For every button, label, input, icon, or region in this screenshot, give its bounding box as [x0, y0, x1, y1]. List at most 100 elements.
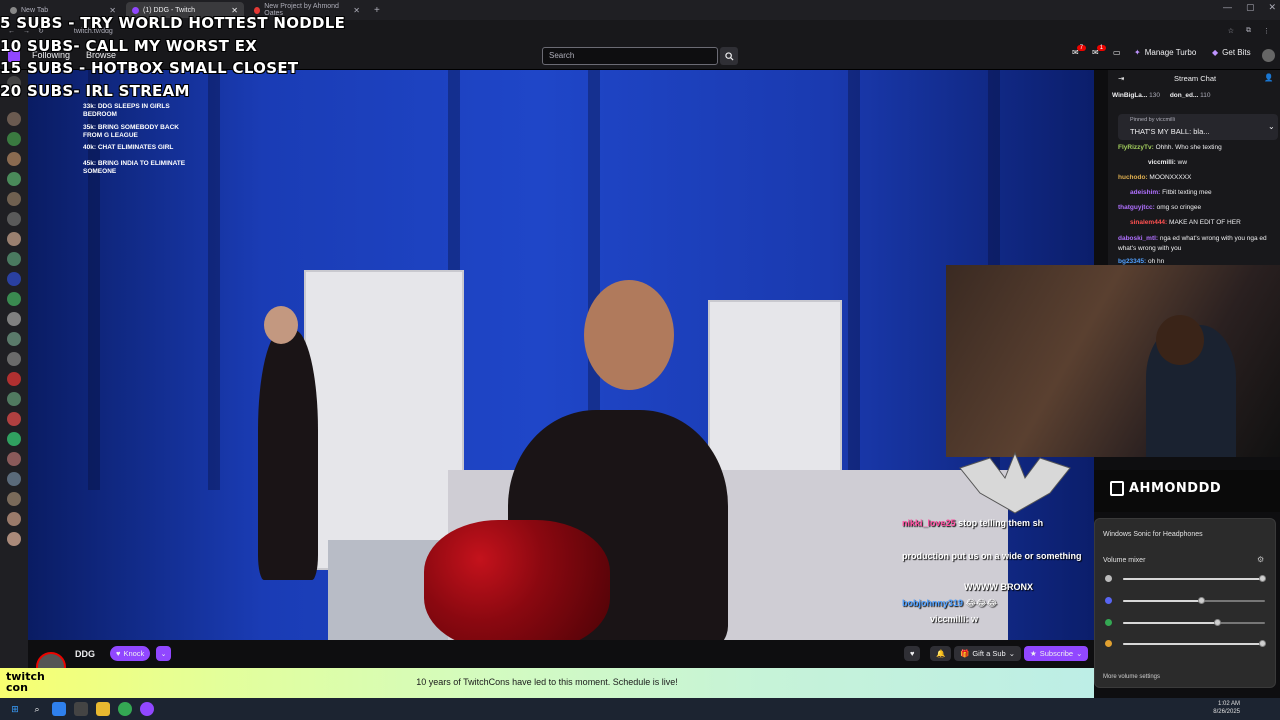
- whispers-button[interactable]: ▭: [1113, 48, 1121, 57]
- rail-channel-avatar[interactable]: [7, 492, 21, 506]
- slider-thumb[interactable]: [1213, 619, 1221, 626]
- rail-channel-avatar[interactable]: [7, 452, 21, 466]
- rail-channel-avatar[interactable]: [7, 292, 21, 306]
- notifications-button[interactable]: ✉ 7: [1072, 44, 1092, 57]
- bell-icon: 🔔: [936, 649, 946, 658]
- close-window-icon[interactable]: ✕: [1268, 2, 1276, 13]
- file-explorer-icon[interactable]: [96, 702, 110, 716]
- volume-mixer-flyout: Windows Sonic for Headphones Volume mixe…: [1094, 518, 1276, 688]
- close-icon[interactable]: ✕: [353, 6, 360, 15]
- chat-message: huchodo: MOONXXXXX: [1118, 174, 1192, 181]
- rail-channel-avatar[interactable]: [7, 352, 21, 366]
- notification-badge: 7: [1076, 44, 1087, 51]
- chrome-volume-slider[interactable]: [1123, 619, 1265, 626]
- manage-turbo-button[interactable]: ✦ Manage Turbo: [1134, 48, 1196, 57]
- search-input[interactable]: Search: [542, 47, 718, 65]
- rail-channel-avatar[interactable]: [7, 152, 21, 166]
- follower-goal: 33k: DDG SLEEPS IN GIRLS BEDROOM: [83, 103, 170, 118]
- rail-channel-avatar[interactable]: [7, 232, 21, 246]
- rail-channel-avatar[interactable]: [7, 252, 21, 266]
- curtain-fold: [208, 70, 220, 490]
- taskbar-search-icon[interactable]: ⌕: [30, 702, 44, 716]
- slider-fill: [1123, 622, 1217, 624]
- overlay-chat-user: nikki_love25: [902, 518, 956, 528]
- discord-app-icon: [1105, 597, 1112, 604]
- discord-volume-slider[interactable]: [1123, 597, 1265, 604]
- rail-channel-avatar[interactable]: [7, 392, 21, 406]
- overlay-chat-line: nikki_love25 stop telling them sh: [902, 518, 1043, 528]
- rail-channel-avatar[interactable]: [7, 212, 21, 226]
- whispers-icon: ▭: [1113, 48, 1121, 57]
- rail-channel-avatar[interactable]: [7, 272, 21, 286]
- system-volume-slider[interactable]: [1123, 575, 1267, 582]
- start-windows-icon[interactable]: ⊞: [8, 702, 22, 716]
- rail-channel-avatar[interactable]: [7, 412, 21, 426]
- rail-channel-avatar[interactable]: [7, 172, 21, 186]
- collapse-chat-icon[interactable]: ⇥: [1118, 74, 1124, 83]
- gift-sub-button[interactable]: 🎁 Gift a Sub ⌄: [954, 646, 1021, 661]
- curtain-fold: [848, 70, 860, 490]
- channel-name[interactable]: DDG: [75, 649, 95, 659]
- rail-channel-avatar[interactable]: [7, 472, 21, 486]
- twitch-glyph-icon: [1110, 481, 1124, 496]
- follower-goal: 40k: CHAT ELIMINATES GIRL: [83, 144, 174, 151]
- chat-users-icon[interactable]: 👤: [1264, 73, 1273, 82]
- audio-device-label[interactable]: Windows Sonic for Headphones: [1103, 531, 1203, 538]
- turbo-icon: ✦: [1134, 48, 1141, 57]
- chat-header: ⇥ Stream Chat 👤: [1108, 70, 1280, 86]
- extensions-icon[interactable]: ⧉: [1246, 27, 1251, 35]
- follow-button[interactable]: ♥: [904, 646, 921, 661]
- slider-thumb[interactable]: [1259, 575, 1267, 582]
- taskbar-app-icon[interactable]: [140, 702, 154, 716]
- rail-channel-avatar[interactable]: [7, 312, 21, 326]
- rail-channel-avatar[interactable]: [7, 132, 21, 146]
- new-tab-button[interactable]: +: [374, 5, 380, 16]
- inbox-button[interactable]: ✉ 1: [1092, 44, 1112, 57]
- slider-thumb[interactable]: [1198, 597, 1206, 604]
- more-volume-settings-link[interactable]: More volume settings: [1103, 674, 1160, 680]
- get-bits-label: Get Bits: [1222, 48, 1251, 57]
- overlay-chat-text: stop telling them sh: [958, 518, 1044, 528]
- gift-sub-label: Gift a Sub: [972, 649, 1006, 658]
- chat-message: daboski_mtl: nga ed what's wrong with yo…: [1118, 235, 1267, 252]
- streamer-webcam: [946, 265, 1280, 457]
- maximize-icon[interactable]: ▢: [1246, 2, 1255, 13]
- overlay-chat-text: WWWW BRONX: [964, 582, 1033, 592]
- taskbar-clock[interactable]: 1:02 AM 8/26/2025: [1213, 700, 1240, 716]
- chrome-icon[interactable]: [118, 702, 132, 716]
- user-avatar[interactable]: [1262, 49, 1275, 62]
- taskbar-app-icon[interactable]: [74, 702, 88, 716]
- star-icon[interactable]: ☆: [1228, 27, 1234, 35]
- chat-message: thatguyjtcc: omg so cringee: [1118, 204, 1202, 211]
- settings-gear-icon[interactable]: ⚙: [1257, 555, 1264, 564]
- chrome-app-icon: [1105, 619, 1112, 626]
- banner-message: 10 years of TwitchCons have led to this …: [416, 677, 678, 687]
- twitchcon-banner[interactable]: twitch con 10 years of TwitchCons have le…: [0, 668, 1094, 698]
- channel-overlay-logo: AHMONDDD: [1110, 481, 1221, 496]
- sub-goal-15: 15 SUBS - HOTBOX SMALL CLOSET: [0, 59, 299, 77]
- rail-channel-avatar[interactable]: [7, 532, 21, 546]
- taskbar-app-icon[interactable]: [52, 702, 66, 716]
- project-favicon-icon: [254, 6, 261, 14]
- chat-leaderboard: WinBigLa... 130 don_ed... 110: [1112, 92, 1211, 99]
- get-bits-button[interactable]: ◆ Get Bits: [1212, 48, 1251, 57]
- subscribe-button[interactable]: ★ Subscribe ⌄: [1024, 646, 1089, 661]
- knock-button[interactable]: ♥ Knock: [110, 646, 151, 661]
- windows-taskbar: ⊞ ⌕: [0, 698, 1280, 720]
- rail-channel-avatar[interactable]: [7, 432, 21, 446]
- chevron-down-icon[interactable]: ⌄: [1268, 122, 1275, 131]
- rail-channel-avatar[interactable]: [7, 512, 21, 526]
- rail-channel-avatar[interactable]: [7, 332, 21, 346]
- rail-channel-avatar[interactable]: [7, 112, 21, 126]
- rail-channel-avatar[interactable]: [7, 192, 21, 206]
- knock-dropdown[interactable]: ⌄: [156, 646, 171, 661]
- search-button[interactable]: [720, 47, 738, 65]
- minimize-icon[interactable]: —: [1223, 2, 1232, 13]
- pinned-message[interactable]: Pinned by viccmilli THAT'S MY BALL: bla.…: [1118, 114, 1278, 140]
- rail-channel-avatar[interactable]: [7, 372, 21, 386]
- leader-count: 110: [1200, 92, 1211, 99]
- menu-icon[interactable]: ⋮: [1263, 27, 1270, 35]
- notifications-bell-button[interactable]: 🔔: [930, 646, 952, 661]
- slider-thumb[interactable]: [1259, 640, 1267, 647]
- other-volume-slider[interactable]: [1123, 640, 1267, 647]
